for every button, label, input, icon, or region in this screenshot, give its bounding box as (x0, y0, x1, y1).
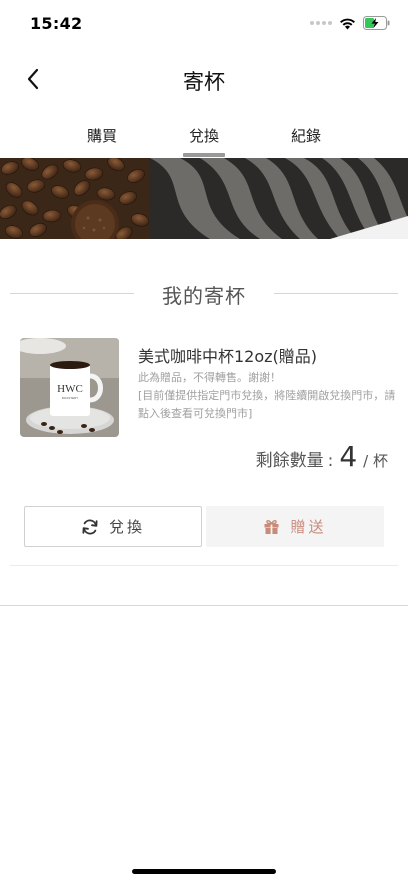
wifi-icon (340, 18, 355, 29)
tab-exchange[interactable]: 兌換 (189, 125, 219, 146)
page-title: 寄杯 (183, 70, 225, 94)
remaining-label: 剩餘數量 (255, 451, 324, 471)
tab-records[interactable]: 紀錄 (291, 125, 321, 146)
section-header: 我的寄杯 (0, 278, 408, 310)
remaining-count: 4 (339, 440, 358, 473)
card-divider (10, 565, 398, 566)
product-name: 美式咖啡中杯12oz(贈品) (138, 347, 318, 366)
active-tab-indicator (183, 153, 225, 157)
product-note-gift: 此為贈品，不得轉售。謝謝！ (138, 371, 281, 384)
status-time: 15:42 (30, 14, 83, 33)
section-divider-right (274, 293, 398, 294)
exchange-button-label: 兌換 (108, 518, 145, 536)
content-divider (0, 605, 408, 606)
mug-brand-sub: ROASTERY (62, 396, 78, 400)
exchange-button[interactable]: 兌換 (24, 506, 202, 547)
product-note-stores: [目前僅提供指定門市兌換，將陸續開啟兌換門市，請點入後查看可兌換門市] (138, 389, 396, 420)
gift-button-label: 贈送 (290, 518, 327, 536)
nav-bar: 寄杯 (0, 48, 408, 110)
gift-icon (264, 519, 279, 534)
battery-charging-icon (363, 16, 390, 30)
remaining-unit: / 杯 (363, 452, 388, 470)
cellular-signal-icon (310, 21, 332, 25)
remaining-colon: : (327, 451, 334, 471)
mug-brand-logo: HWC (57, 383, 83, 395)
status-indicators (310, 15, 390, 31)
product-image: HWC ROASTERY (20, 338, 119, 437)
remaining-quantity: 剩餘數量 : 4 / 杯 (256, 440, 388, 473)
status-bar: 15:42 (0, 0, 408, 48)
tab-bar: 購買 兌換 紀錄 (0, 115, 408, 159)
gift-button[interactable]: 贈送 (206, 506, 384, 547)
home-indicator (132, 869, 276, 874)
product-note: 此為贈品，不得轉售。謝謝！ [目前僅提供指定門市兌換，將陸續開啟兌換門市，請點入… (138, 369, 396, 423)
banner-image (0, 158, 408, 239)
refresh-icon (82, 519, 98, 534)
tab-purchase[interactable]: 購買 (87, 125, 117, 146)
section-title: 我的寄杯 (162, 284, 246, 308)
